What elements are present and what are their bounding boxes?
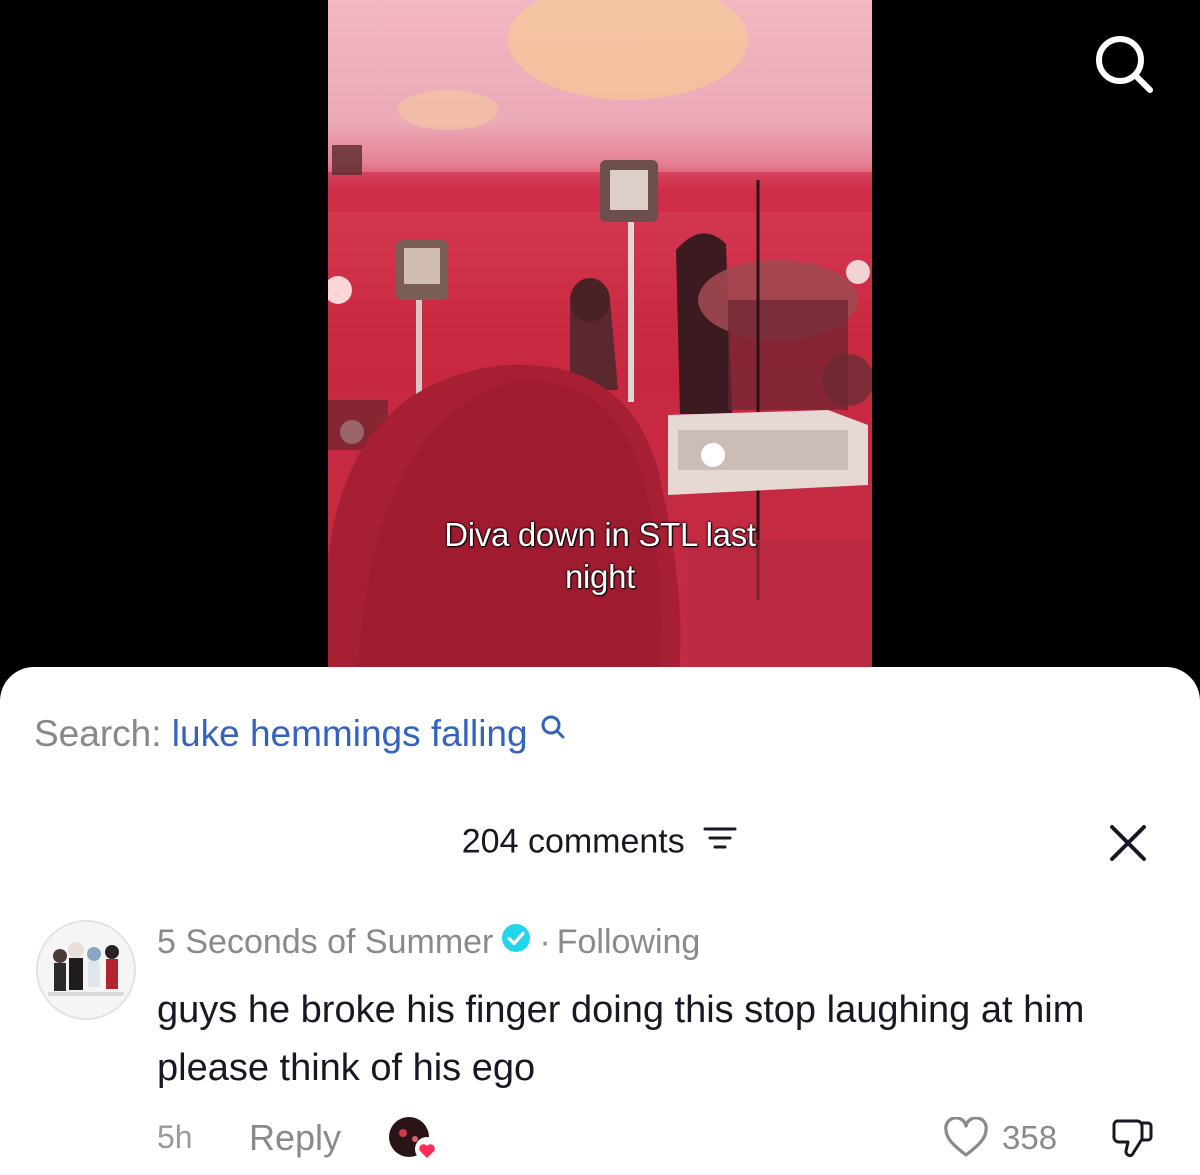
caption-line-1: Diva down in STL last (444, 516, 756, 553)
video-caption: Diva down in STL last night (328, 514, 872, 598)
separator-dot: · (539, 923, 551, 961)
reply-button[interactable]: Reply (249, 1117, 341, 1159)
caption-line-2: night (564, 558, 636, 595)
comment-actions: 5h Reply 358 (157, 1115, 1167, 1163)
comments-sheet: Search: luke hemmings falling 204 commen… (0, 667, 1200, 1175)
comment-author[interactable]: 5 Seconds of Summer (157, 923, 493, 961)
like-count: 358 (1002, 1119, 1058, 1156)
app-screen: Diva down in STL last night Search: luke… (0, 0, 1200, 1175)
video-player[interactable]: Diva down in STL last night (328, 0, 872, 680)
comment-text: guys he broke his finger doing this stop… (157, 989, 1085, 1089)
search-icon[interactable] (1090, 30, 1160, 100)
verified-badge-icon (501, 923, 531, 962)
search-query-link[interactable]: luke hemmings falling (172, 713, 528, 754)
close-icon[interactable] (1108, 823, 1148, 863)
following-label: Following (556, 923, 701, 961)
heart-icon[interactable] (943, 1116, 989, 1159)
comment-author-line: 5 Seconds of Summer · Following (157, 923, 700, 962)
avatar[interactable] (36, 920, 136, 1020)
comment-count: 204 comments (461, 822, 685, 861)
search-prefix: Search: (34, 713, 162, 754)
search-icon[interactable] (540, 711, 566, 753)
comments-header: 204 comments (0, 821, 1200, 862)
thumbs-down-icon[interactable] (1109, 1115, 1155, 1161)
related-search[interactable]: Search: luke hemmings falling (34, 713, 566, 755)
creator-liked-avatar-icon (387, 1115, 443, 1163)
comment-time: 5h (157, 1119, 193, 1155)
sort-icon[interactable] (702, 823, 738, 862)
